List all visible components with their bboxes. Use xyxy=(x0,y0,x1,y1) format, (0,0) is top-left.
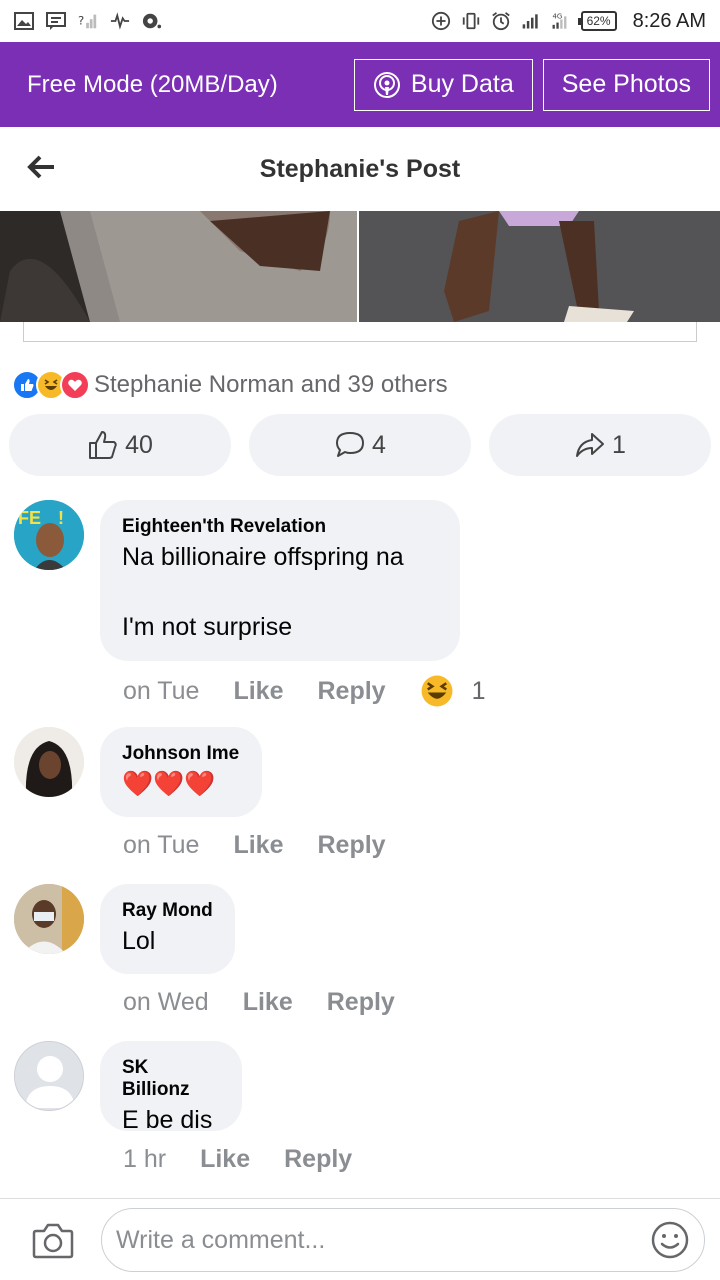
broadcast-icon xyxy=(373,71,400,98)
see-photos-button[interactable]: See Photos xyxy=(542,58,710,111)
comment-reply-button[interactable]: Reply xyxy=(327,988,395,1017)
share-button[interactable]: 1 xyxy=(489,414,711,476)
free-mode-bar: Free Mode (20MB/Day) Buy Data See Photos xyxy=(0,42,720,127)
buy-data-button[interactable]: Buy Data xyxy=(353,58,533,111)
vibrate-icon xyxy=(461,11,481,31)
comment-text: ❤️❤️❤️ xyxy=(122,770,216,798)
comment-composer xyxy=(0,1198,720,1280)
post-photo-frame xyxy=(23,322,697,342)
comment-time: on Tue xyxy=(123,831,200,859)
comment-reply-button[interactable]: Reply xyxy=(317,831,385,860)
activity-icon xyxy=(110,11,130,31)
reaction-icons xyxy=(12,370,90,400)
comment-time: on Tue xyxy=(123,676,200,705)
like-count: 40 xyxy=(125,430,153,459)
post-photos[interactable] xyxy=(0,211,720,322)
gallery-icon xyxy=(14,11,34,31)
comment-count: 4 xyxy=(372,430,386,459)
comment-icon xyxy=(336,432,365,457)
media-icon xyxy=(142,11,162,31)
free-mode-actions: Buy Data See Photos xyxy=(353,58,710,111)
post-photo-2[interactable] xyxy=(359,211,720,322)
svg-text:FE: FE xyxy=(18,508,41,528)
comment-reactions[interactable]: 1 xyxy=(420,674,486,708)
comment-bubble[interactable]: Ray Mond Lol xyxy=(100,884,235,974)
share-count: 1 xyxy=(612,430,626,459)
comment-input[interactable] xyxy=(116,1225,650,1255)
alarm-icon xyxy=(491,11,511,31)
comment-time: on Wed xyxy=(123,988,209,1016)
comment-author[interactable]: SK Billionz xyxy=(122,1057,220,1101)
avatar[interactable] xyxy=(14,727,84,797)
like-button[interactable]: 40 xyxy=(9,414,231,476)
comment-text: I'm not surprise xyxy=(122,613,293,641)
reaction-summary[interactable]: Stephanie Norman and 39 others xyxy=(12,370,448,400)
post-photo-1[interactable] xyxy=(0,211,357,322)
comment-button[interactable]: 4 xyxy=(249,414,471,476)
haha-reaction-icon xyxy=(421,675,453,707)
buy-data-label: Buy Data xyxy=(410,70,514,98)
message-icon xyxy=(46,11,66,31)
comment-bubble[interactable]: Eighteen'th Revelation Na billionaire of… xyxy=(100,500,460,661)
comment-input-wrapper[interactable] xyxy=(101,1208,705,1272)
svg-text:?: ? xyxy=(78,14,84,28)
comment-like-button[interactable]: Like xyxy=(233,677,283,706)
thumbs-up-icon xyxy=(89,431,117,459)
comment-meta: on Tue Like Reply 1 xyxy=(123,674,485,708)
reaction-summary-text: Stephanie Norman and 39 others xyxy=(94,371,448,398)
camera-icon[interactable] xyxy=(32,1221,74,1261)
post-actions: 40 4 1 xyxy=(9,414,711,476)
signal-4g-icon: 4G xyxy=(551,11,571,31)
status-left-icons: ? xyxy=(14,11,162,31)
emoji-icon[interactable] xyxy=(650,1220,690,1260)
default-avatar-icon[interactable] xyxy=(14,1041,84,1111)
see-photos-label: See Photos xyxy=(561,70,691,98)
share-icon xyxy=(576,433,605,457)
comment-time: 1 hr xyxy=(123,1145,167,1173)
comment-like-button[interactable]: Like xyxy=(233,831,283,860)
signal-icon xyxy=(521,11,541,31)
comment-like-button[interactable]: Like xyxy=(243,988,293,1017)
comment-bubble[interactable]: Johnson Ime ❤️❤️❤️ xyxy=(100,727,262,817)
comment-author[interactable]: Eighteen'th Revelation xyxy=(122,516,438,538)
comment-author[interactable]: Ray Mond xyxy=(122,900,213,922)
comment-reaction-count: 1 xyxy=(471,676,486,705)
status-right-icons: 4G 62% 8:26 AM xyxy=(431,10,706,33)
comment-text: Na billionaire offspring na xyxy=(122,543,404,571)
comment-text: E be dis xyxy=(122,1106,213,1134)
back-arrow-icon[interactable] xyxy=(26,151,58,183)
love-reaction-icon xyxy=(60,370,90,400)
clock: 8:26 AM xyxy=(632,9,706,32)
free-mode-label: Free Mode (20MB/Day) xyxy=(27,70,278,98)
comment-author[interactable]: Johnson Ime xyxy=(122,743,240,765)
comment-text: Lol xyxy=(122,927,156,955)
no-signal-icon: ? xyxy=(78,11,98,31)
page-title: Stephanie's Post xyxy=(259,154,461,183)
comment-meta: on Tue Like Reply xyxy=(123,831,420,860)
post-header: Stephanie's Post xyxy=(0,127,720,211)
avatar[interactable]: FE ! xyxy=(14,500,84,570)
comment-meta: 1 hr Like Reply xyxy=(123,1145,386,1174)
comment-meta: on Wed Like Reply xyxy=(123,988,429,1017)
data-saver-icon xyxy=(431,11,451,31)
comment-reply-button[interactable]: Reply xyxy=(284,1145,352,1174)
comment-reply-button[interactable]: Reply xyxy=(317,677,385,706)
battery-indicator: 62% xyxy=(577,11,617,31)
svg-text:!: ! xyxy=(58,508,64,528)
comment-like-button[interactable]: Like xyxy=(200,1145,250,1174)
status-bar: ? 4G 62% 8:26 AM xyxy=(0,0,720,42)
comment-bubble[interactable]: SK Billionz E be dis xyxy=(100,1041,242,1134)
avatar[interactable] xyxy=(14,884,84,954)
